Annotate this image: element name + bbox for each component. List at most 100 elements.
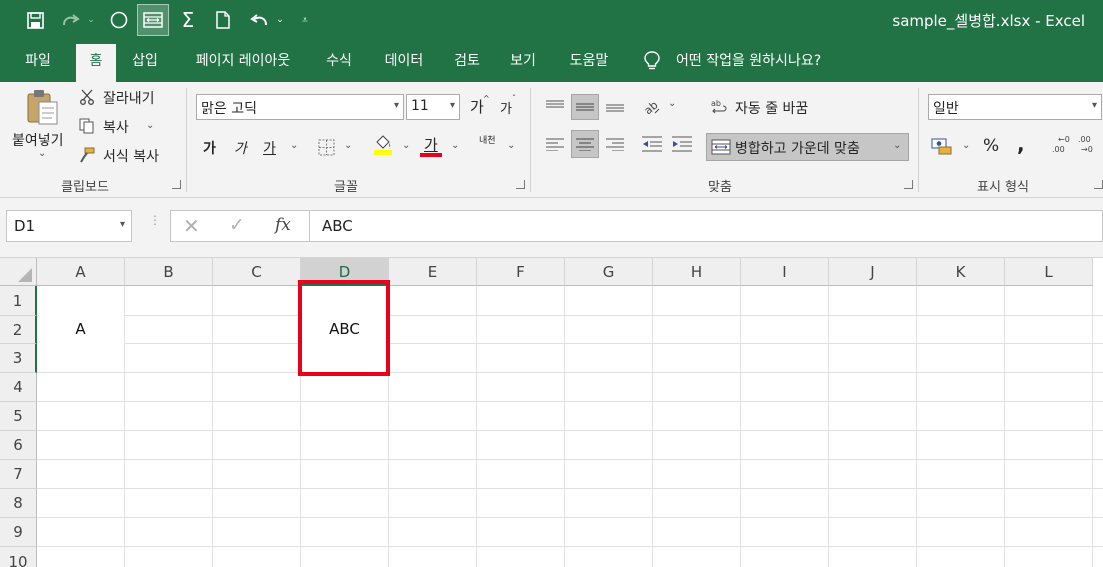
align-right-icon[interactable] <box>603 132 627 156</box>
tab-help[interactable]: 도움말 <box>558 40 620 82</box>
column-header-i[interactable]: I <box>741 258 829 286</box>
column-header-g[interactable]: G <box>565 258 653 286</box>
borders-dropdown-icon[interactable]: ⌄ <box>344 140 352 151</box>
redo-dropdown-icon[interactable]: ⌄ <box>84 8 98 32</box>
grow-font-button[interactable]: 가 <box>470 96 484 117</box>
enter-icon[interactable]: ✓ <box>229 214 245 236</box>
tab-data[interactable]: 데이터 <box>374 40 434 82</box>
row-header-10[interactable]: 10 <box>0 547 37 567</box>
tab-formulas[interactable]: 수식 <box>318 40 360 82</box>
underline-button[interactable]: 가 <box>263 138 276 158</box>
shape-circle-icon[interactable] <box>106 8 132 32</box>
comma-button[interactable]: , <box>1017 132 1025 156</box>
accounting-dropdown-icon[interactable]: ⌄ <box>962 140 970 151</box>
tab-page-layout[interactable]: 페이지 레이아웃 <box>180 40 306 82</box>
column-header-l[interactable]: L <box>1005 258 1093 286</box>
bold-button[interactable]: 가 <box>203 138 216 158</box>
accounting-format-icon[interactable] <box>930 135 954 157</box>
align-bottom-icon[interactable] <box>603 94 627 118</box>
wrap-text-button[interactable]: 자동 줄 바꿈 <box>735 98 808 118</box>
autosum-icon[interactable]: Σ <box>175 8 201 32</box>
wrap-text-icon[interactable]: ab <box>710 94 730 118</box>
clipboard-launcher-icon[interactable] <box>172 180 181 189</box>
underline-dropdown-icon[interactable]: ⌄ <box>290 140 298 151</box>
row-header-4[interactable]: 4 <box>0 373 37 402</box>
formula-input[interactable]: ABC <box>310 210 1103 242</box>
align-middle-icon[interactable] <box>571 94 599 120</box>
cancel-icon[interactable]: ✕ <box>183 214 200 238</box>
increase-decimal-button[interactable]: ←0 .00 <box>1052 135 1072 157</box>
row-header-5[interactable]: 5 <box>0 402 37 431</box>
fill-color-dropdown-icon[interactable]: ⌄ <box>402 140 410 151</box>
font-size-select[interactable]: 11 ▾ <box>406 94 460 120</box>
percent-button[interactable]: % <box>983 136 999 156</box>
alignment-launcher-icon[interactable] <box>904 180 913 189</box>
number-format-select[interactable]: 일반 ▾ <box>928 94 1102 120</box>
decrease-indent-icon[interactable] <box>640 132 664 156</box>
paste-button[interactable]: 붙여넣기 <box>12 130 64 150</box>
tab-file[interactable]: 파일 <box>14 40 62 82</box>
merge-cells-icon[interactable] <box>137 4 169 36</box>
tab-home[interactable]: 홈 <box>76 44 116 82</box>
orientation-dropdown-icon[interactable]: ⌄ <box>668 98 676 109</box>
format-painter-icon[interactable] <box>78 146 96 164</box>
column-header-f[interactable]: F <box>477 258 565 286</box>
number-launcher-icon[interactable] <box>1094 180 1103 189</box>
column-header-j[interactable]: J <box>829 258 917 286</box>
row-header-3[interactable]: 3 <box>0 344 37 373</box>
shrink-font-button[interactable]: 가 <box>500 98 512 117</box>
font-color-button[interactable]: 가 <box>420 134 442 158</box>
worksheet-grid[interactable]: ABCDEFGHIJKL 1 2 3 4 5 6 7 8 9 10 A ABC <box>0 258 1103 567</box>
copy-dropdown-icon[interactable]: ⌄ <box>146 120 154 131</box>
decrease-decimal-button[interactable]: .00 →0 <box>1078 135 1098 157</box>
formula-bar-grip-icon[interactable]: ⋮ <box>149 214 161 234</box>
copy-button[interactable]: 복사 <box>103 117 129 137</box>
paste-dropdown-icon[interactable]: ⌄ <box>38 148 46 159</box>
tab-view[interactable]: 보기 <box>502 40 544 82</box>
column-header-h[interactable]: H <box>653 258 741 286</box>
phonetic-dropdown-icon[interactable]: ⌄ <box>507 140 515 151</box>
tab-review[interactable]: 검토 <box>446 40 488 82</box>
column-header-a[interactable]: A <box>37 258 125 286</box>
orientation-icon[interactable]: ab <box>640 94 662 118</box>
align-top-icon[interactable] <box>543 94 567 118</box>
font-name-select[interactable]: 맑은 고딕 ▾ <box>196 94 404 120</box>
paste-icon[interactable] <box>22 88 62 126</box>
italic-button[interactable]: 가 <box>234 138 247 158</box>
insert-function-button[interactable]: fx <box>275 215 291 235</box>
cut-button[interactable]: 잘라내기 <box>103 88 155 108</box>
fill-color-icon[interactable] <box>372 134 394 156</box>
align-center-icon[interactable] <box>571 130 599 158</box>
format-painter-button[interactable]: 서식 복사 <box>103 146 159 166</box>
row-header-2[interactable]: 2 <box>0 316 37 344</box>
undo-dropdown-icon[interactable]: ⌄ <box>273 8 287 32</box>
row-header-7[interactable]: 7 <box>0 460 37 489</box>
copy-icon[interactable] <box>78 117 96 135</box>
row-header-1[interactable]: 1 <box>0 286 37 316</box>
redo-icon[interactable] <box>58 8 84 32</box>
tab-insert[interactable]: 삽입 <box>124 40 166 82</box>
tell-me-search[interactable]: 어떤 작업을 원하시나요? <box>676 40 821 82</box>
row-header-6[interactable]: 6 <box>0 431 37 460</box>
column-header-e[interactable]: E <box>389 258 477 286</box>
column-header-c[interactable]: C <box>213 258 301 286</box>
merge-center-button[interactable]: 병합하고 가운데 맞춤 ⌄ <box>706 133 909 161</box>
align-left-icon[interactable] <box>543 132 567 156</box>
font-launcher-icon[interactable] <box>516 180 525 189</box>
borders-icon[interactable] <box>316 137 336 157</box>
customize-qat-icon[interactable]: ⩡ <box>297 8 313 32</box>
phonetic-button[interactable]: 내천 <box>479 137 496 146</box>
column-header-k[interactable]: K <box>917 258 1005 286</box>
increase-indent-icon[interactable] <box>670 132 694 156</box>
name-box[interactable]: D1 ▾ <box>6 210 132 242</box>
select-all-button[interactable] <box>0 258 37 286</box>
row-header-9[interactable]: 9 <box>0 518 37 547</box>
new-file-icon[interactable] <box>210 8 236 32</box>
cut-icon[interactable] <box>78 88 96 106</box>
font-color-dropdown-icon[interactable]: ⌄ <box>451 140 459 151</box>
column-header-b[interactable]: B <box>125 258 213 286</box>
row-header-8[interactable]: 8 <box>0 489 37 518</box>
undo-icon[interactable] <box>246 8 272 32</box>
merged-cell-a1-a3[interactable]: A <box>37 286 124 372</box>
save-icon[interactable] <box>22 8 48 32</box>
